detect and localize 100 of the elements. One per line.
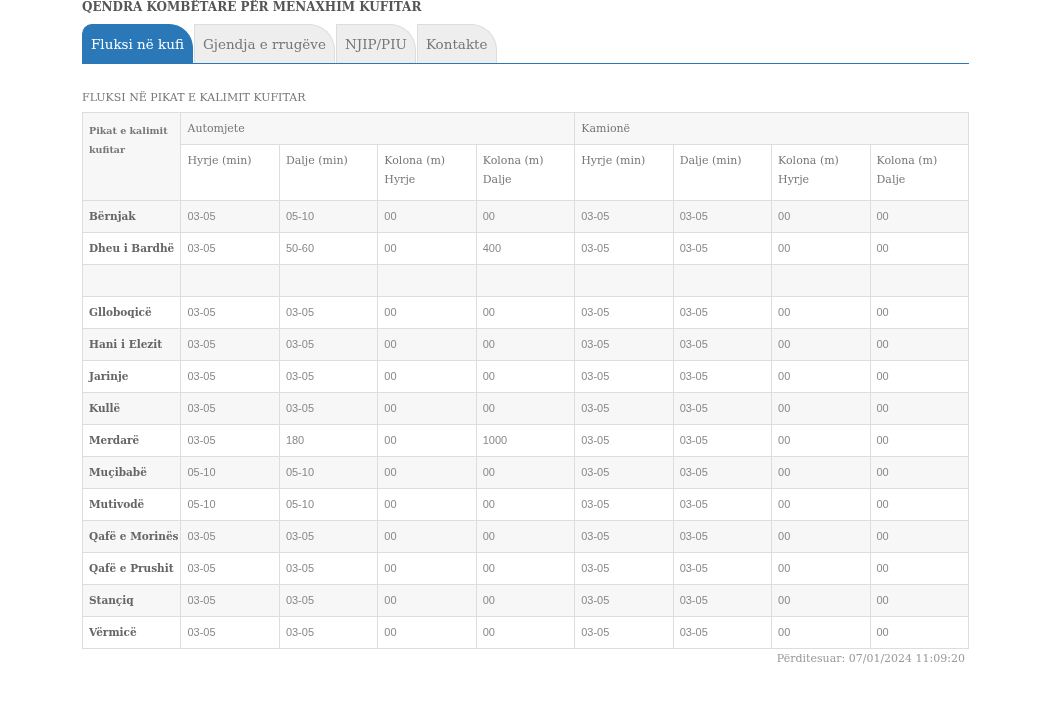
table-cell: 03-05	[581, 498, 610, 510]
table-cell: 00	[482, 594, 495, 606]
table-cell: 03-05	[581, 338, 610, 350]
table-cell: 00	[384, 466, 397, 478]
table-cell: 03-05	[581, 242, 610, 254]
table-cell: 00	[384, 402, 397, 414]
table-cell: 00	[876, 562, 889, 574]
table-cell: 00	[482, 210, 495, 222]
table-cell: 00	[778, 498, 791, 510]
table-cell: 03-05	[285, 594, 314, 606]
tab[interactable]: Fluksi në kufi	[82, 24, 193, 63]
table-cell: 00	[482, 306, 495, 318]
table-cell: 00	[778, 306, 791, 318]
table-cell: 00	[384, 434, 397, 446]
crossing-name: Bërnjak	[89, 210, 136, 222]
table-cell: 03-05	[581, 434, 610, 446]
table-cell: 05-10	[187, 498, 216, 510]
table-cell: 00	[482, 626, 495, 638]
table-cell: 00	[778, 434, 791, 446]
table-cell: 00	[384, 498, 397, 510]
column-header: Kolona (m) Dalje	[482, 154, 544, 186]
table-cell: 03-05	[581, 402, 610, 414]
table-cell: 05-10	[285, 210, 314, 222]
column-header: Kolona (m) Hyrje	[778, 154, 839, 186]
table-cell: 03-05	[187, 338, 216, 350]
table-cell: 00	[778, 402, 791, 414]
table-cell: 00	[778, 626, 791, 638]
table-cell: 00	[778, 466, 791, 478]
table-cell: 00	[384, 370, 397, 382]
table-cell: 00	[876, 626, 889, 638]
column-header: Dalje (min)	[679, 154, 742, 167]
table-cell: 00	[384, 210, 397, 222]
table-cell: 03-05	[679, 210, 708, 222]
tab[interactable]: NJIP/PIU	[335, 24, 416, 63]
table-cell: 03-05	[581, 466, 610, 478]
table-cell: 03-05	[285, 530, 314, 542]
table-cell: 00	[384, 562, 397, 574]
crossing-name: Hani i Elezit	[89, 338, 163, 350]
table-cell: 00	[876, 530, 889, 542]
table-cell: 03-05	[581, 210, 610, 222]
crossing-name: Glloboqicë	[89, 306, 152, 318]
table-cell: 03-05	[285, 370, 314, 382]
table-cell: 03-05	[187, 530, 216, 542]
table-cell: 03-05	[679, 242, 708, 254]
table-cell: 03-05	[187, 370, 216, 382]
table-cell: 03-05	[187, 434, 216, 446]
table-cell: 05-10	[285, 498, 314, 510]
table-cell: 03-05	[285, 626, 314, 638]
crossing-name: Kullë	[89, 402, 121, 414]
crossing-name: Muçibabë	[89, 466, 147, 478]
section-title: FLUKSI NË PIKAT E KALIMIT KUFITAR	[82, 91, 307, 105]
table-cell: 03-05	[581, 306, 610, 318]
crossing-name: Qafë e Prushit	[89, 562, 174, 574]
column-header: Pikat e kalimit kufitar	[89, 125, 168, 155]
table-cell: 00	[876, 498, 889, 510]
table-cell: 00	[482, 562, 495, 574]
tab[interactable]: Kontakte	[416, 24, 497, 63]
table-cell: 05-10	[285, 466, 314, 478]
table-cell: 00	[778, 594, 791, 606]
table-cell: 00	[778, 242, 791, 254]
table-cell: 03-05	[581, 594, 610, 606]
table-cell: 03-05	[679, 594, 708, 606]
table-cell: 400	[482, 242, 502, 254]
table-cell: 00	[876, 466, 889, 478]
table-cell: 03-05	[285, 562, 314, 574]
table-cell: 03-05	[679, 402, 708, 414]
tab[interactable]: Gjendja e rrugëve	[193, 24, 335, 63]
table-cell: 00	[384, 594, 397, 606]
table-cell: 00	[778, 210, 791, 222]
group-header: Kamionë	[581, 122, 631, 135]
table-cell: 03-05	[581, 626, 610, 638]
table-cell: 00	[778, 370, 791, 382]
table-cell: 00	[876, 242, 889, 254]
column-header: Hyrje (min)	[187, 154, 252, 167]
crossing-name: Qafë e Morinës	[89, 530, 179, 542]
crossing-name: Dheu i Bardhë	[89, 242, 175, 254]
table-cell: 03-05	[285, 402, 314, 414]
table-cell: 00	[384, 338, 397, 350]
crossing-name: Mutivodë	[89, 498, 145, 510]
table-cell: 00	[384, 626, 397, 638]
crossing-name: Stançiq	[89, 594, 134, 606]
table-cell: 00	[876, 210, 889, 222]
crossing-name: Vërmicë	[89, 626, 137, 638]
table-cell: 00	[482, 402, 495, 414]
table-cell: 03-05	[581, 562, 610, 574]
table-cell: 03-05	[187, 562, 216, 574]
table-cell: 03-05	[679, 562, 708, 574]
table-cell: 03-05	[187, 210, 216, 222]
table-cell: 00	[876, 306, 889, 318]
table-cell: 03-05	[285, 306, 314, 318]
table-cell: 03-05	[679, 466, 708, 478]
page-heading: QENDRA KOMBËTARE PËR MENAXHIM KUFITAR	[82, 0, 423, 14]
updated-timestamp: Përditesuar: 07/01/2024 11:09:20	[776, 652, 965, 665]
table-cell: 00	[482, 466, 495, 478]
column-header: Dalje (min)	[285, 154, 348, 167]
table-cell: 00	[384, 530, 397, 542]
table-cell: 00	[384, 242, 397, 254]
column-header: Kolona (m) Hyrje	[384, 154, 446, 186]
table-cell: 03-05	[679, 530, 708, 542]
table-cell: 50-60	[285, 242, 314, 254]
